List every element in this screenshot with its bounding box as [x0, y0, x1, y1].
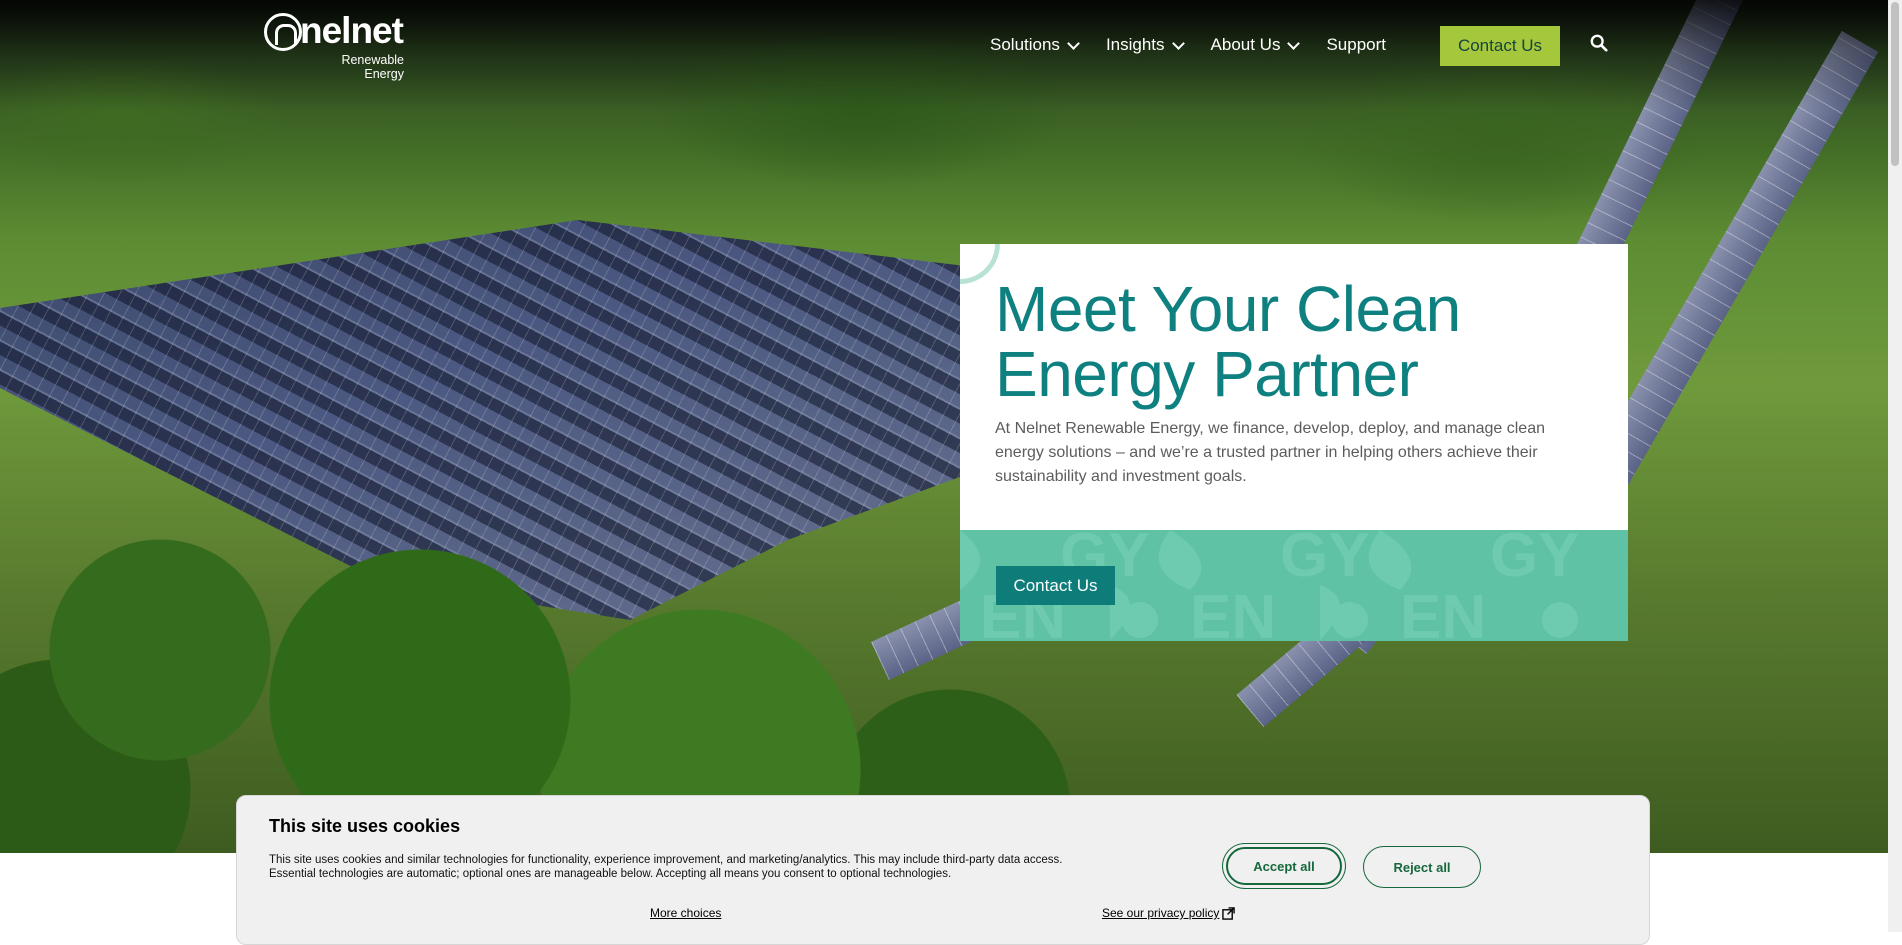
cookie-description: This site uses cookies and similar techn… — [269, 854, 1063, 880]
nav-item-label: Solutions — [990, 35, 1060, 54]
hero-title: Meet Your Clean Energy Partner — [995, 273, 1461, 410]
privacy-policy-label: See our privacy policy — [1102, 906, 1220, 920]
scrollbar-thumb[interactable] — [1891, 2, 1899, 166]
chevron-down-icon — [1287, 36, 1301, 50]
nav-item-solutions[interactable]: Solutions — [990, 35, 1080, 55]
nav-item-label: Insights — [1105, 35, 1165, 54]
nav-item-about-us[interactable]: About Us — [1210, 35, 1301, 55]
corner-circle-decoration — [960, 244, 1000, 284]
search-icon — [1590, 34, 1608, 52]
logo-mark-icon — [264, 13, 302, 51]
hero-contact-button[interactable]: Contact Us — [996, 566, 1115, 605]
search-button[interactable] — [1590, 34, 1612, 56]
external-link-icon — [1222, 906, 1236, 920]
logo-wordmark: nelnet — [300, 10, 404, 51]
privacy-policy-link[interactable]: See our privacy policy — [1102, 906, 1236, 920]
nav-item-support[interactable]: Support — [1326, 35, 1386, 55]
logo-subtitle: Renewable Energy — [341, 53, 404, 81]
cookie-title: This site uses cookies — [269, 816, 461, 836]
nav-item-insights[interactable]: Insights — [1105, 35, 1185, 55]
nav-item-label: About Us — [1210, 35, 1281, 54]
pattern-letters: EN — [1400, 583, 1486, 641]
nelnet-logo[interactable]: nelnet Renewable Energy — [264, 10, 404, 81]
main-nav: Solutions Insights About Us Support — [990, 28, 1414, 62]
pattern-letters: GY — [1280, 530, 1370, 590]
pattern-letters: EN — [1190, 583, 1276, 641]
logo-subtitle-line2: Energy — [364, 67, 404, 81]
logo-subtitle-line1: Renewable — [341, 53, 404, 67]
hero-card-footer: GY EN GY EN GY EN Contact Us — [960, 530, 1628, 641]
site-header: nelnet Renewable Energy Solutions Insigh… — [0, 0, 1888, 90]
accept-all-button[interactable]: Accept all — [1226, 847, 1342, 885]
chevron-down-icon — [1171, 36, 1185, 50]
page-scrollbar[interactable] — [1888, 0, 1902, 932]
cookie-banner: This site uses cookies This site uses co… — [236, 795, 1650, 945]
nav-item-label: Support — [1326, 35, 1387, 54]
chevron-down-icon — [1067, 36, 1080, 50]
more-choices-link[interactable]: More choices — [650, 906, 721, 920]
header-contact-button[interactable]: Contact Us — [1440, 26, 1560, 66]
pattern-letters: GY — [1490, 530, 1580, 590]
hero-card: Meet Your Clean Energy Partner At Nelnet… — [960, 244, 1628, 641]
reject-all-button[interactable]: Reject all — [1363, 846, 1481, 888]
hero-description: At Nelnet Renewable Energy, we finance, … — [995, 420, 1545, 485]
hero-card-content: Meet Your Clean Energy Partner At Nelnet… — [960, 244, 1628, 530]
